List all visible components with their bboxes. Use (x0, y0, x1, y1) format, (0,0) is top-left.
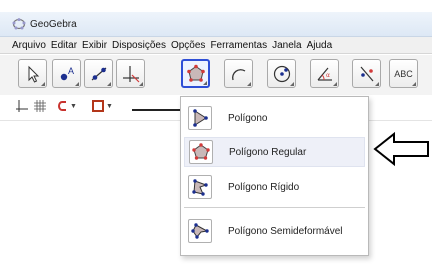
axes-icon (16, 100, 28, 112)
toolbar: A α ABC (0, 55, 432, 95)
pointing-arrow-icon (373, 131, 429, 167)
text-tool-icon: ABC (394, 68, 413, 79)
menu-editar[interactable]: Editar (51, 40, 77, 51)
perpendicular-tool-button[interactable] (116, 59, 145, 88)
dropdown-item-vector-polygon[interactable]: Polígono Semideformável (184, 216, 365, 246)
menu-ajuda[interactable]: Ajuda (307, 40, 333, 51)
svg-text:A: A (68, 66, 74, 76)
color-swatch-icon (92, 100, 104, 112)
move-tool-icon (28, 65, 39, 83)
menu-exibir[interactable]: Exibir (82, 40, 107, 51)
geogebra-logo-icon (12, 17, 26, 31)
dropdown-item-regular-polygon[interactable]: Polígono Regular (184, 137, 365, 167)
dropdown-separator (184, 207, 365, 208)
line-tool-icon (91, 67, 106, 80)
dropdown-item-rigid-polygon[interactable]: Polígono Rígido (184, 172, 365, 202)
axes-toggle[interactable] (16, 100, 28, 112)
dropdown-item-label: Polígono Rígido (228, 181, 300, 193)
svg-text:α: α (326, 72, 330, 79)
reflect-tool-icon (360, 66, 373, 81)
angle-tool-icon: α (317, 67, 332, 81)
regular-polygon-icon (189, 140, 213, 164)
rigid-polygon-icon (188, 175, 212, 199)
grid-icon (34, 100, 46, 112)
circle-tool-icon (273, 65, 290, 82)
menu-bar: Arquivo Editar Exibir Disposições Opções… (0, 37, 432, 54)
line-tool-button[interactable] (84, 59, 113, 88)
arc-tool-button[interactable] (224, 59, 253, 88)
arc-tool-icon (231, 68, 245, 80)
point-tool-icon: A (60, 66, 74, 80)
menu-disposicoes[interactable]: Disposições (112, 40, 166, 51)
point-capture-dropdown[interactable]: ▼ (58, 100, 77, 112)
dropdown-item-label: Polígono (228, 112, 268, 124)
text-tool-button[interactable]: ABC (389, 59, 418, 88)
geogebra-window: GeoGebra Arquivo Editar Exibir Disposiçõ… (0, 0, 432, 272)
dropdown-item-label: Polígono Regular (229, 146, 307, 158)
dropdown-item-label: Polígono Semideformável (228, 225, 343, 237)
point-tool-button[interactable]: A (52, 59, 81, 88)
dropdown-item-polygon[interactable]: Polígono (184, 103, 365, 133)
circle-tool-button[interactable] (267, 59, 296, 88)
vector-polygon-icon (188, 219, 212, 243)
magnet-icon (58, 101, 66, 111)
menu-janela[interactable]: Janela (272, 40, 301, 51)
reflect-tool-button[interactable] (352, 59, 381, 88)
menu-ferramentas[interactable]: Ferramentas (210, 40, 267, 51)
window-title: GeoGebra (30, 18, 77, 30)
move-tool-button[interactable] (18, 59, 47, 88)
menu-opcoes[interactable]: Opções (171, 40, 205, 51)
angle-tool-button[interactable]: α (310, 59, 339, 88)
chevron-down-icon: ▼ (106, 102, 113, 110)
color-dropdown[interactable]: ▼ (92, 100, 113, 112)
line-style-preview[interactable] (132, 109, 180, 111)
grid-toggle[interactable] (34, 100, 46, 112)
polygon-tools-dropdown: Polígono Polígono Regular Polígono Rígid… (180, 96, 369, 256)
regular-polygon-tool-button[interactable] (181, 59, 210, 88)
chevron-down-icon: ▼ (70, 102, 77, 110)
perpendicular-tool-icon (122, 65, 139, 82)
polygon-icon (188, 106, 212, 130)
title-bar: GeoGebra (0, 12, 432, 37)
menu-arquivo[interactable]: Arquivo (12, 40, 46, 51)
